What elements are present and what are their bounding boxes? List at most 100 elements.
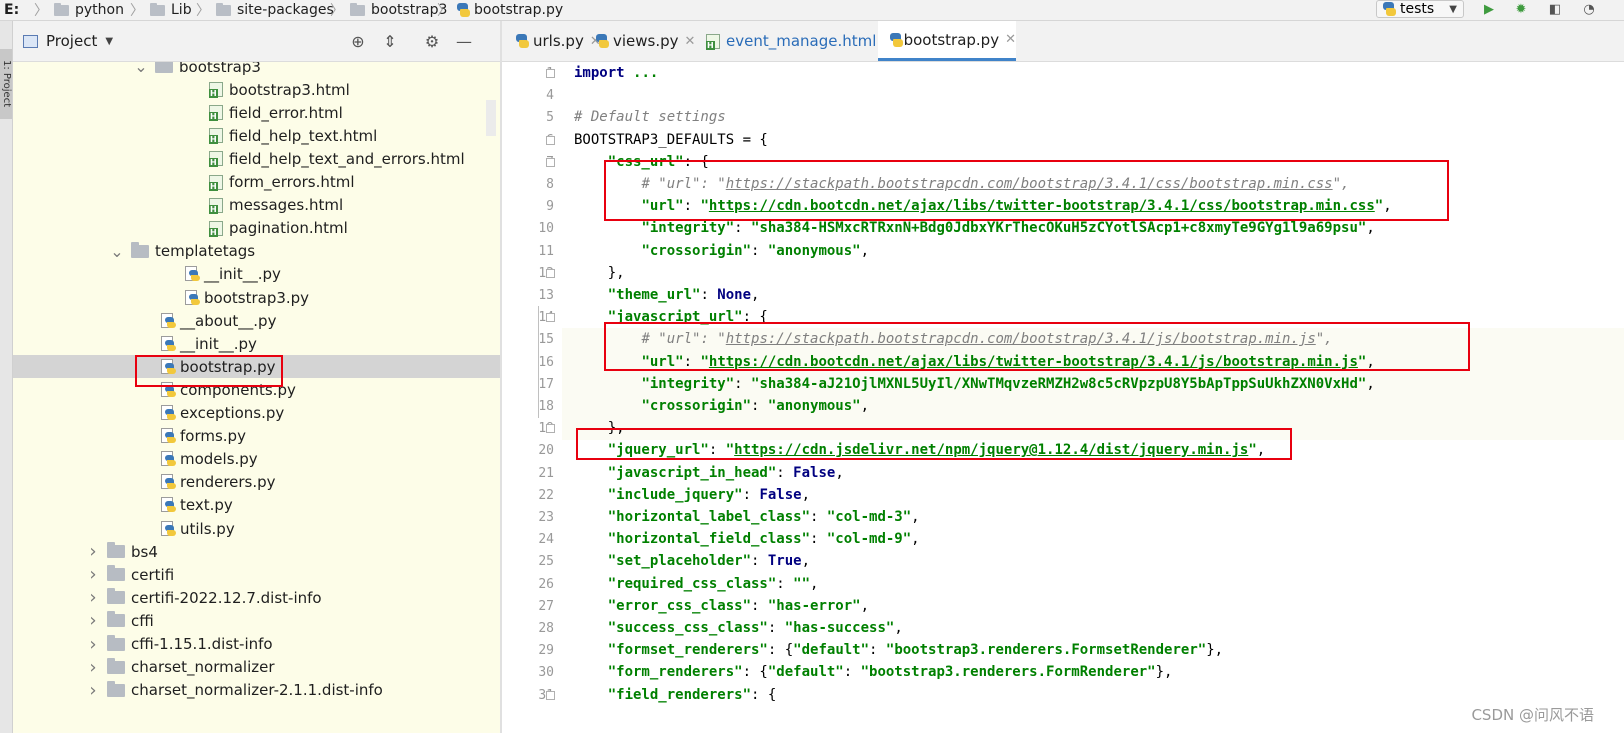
tree-item[interactable]: › certifi <box>13 563 500 586</box>
profile-icon[interactable]: ◔ <box>1580 0 1598 18</box>
code-token: "formset_renderers" <box>607 642 768 659</box>
code-token: "has-success" <box>784 620 895 636</box>
debug-icon[interactable]: ✹ <box>1512 0 1530 18</box>
tree-item[interactable]: field_help_text_and_errors.html <box>13 147 500 170</box>
chevron-down-icon: ▼ <box>105 35 114 47</box>
tree-item[interactable]: › bs4 <box>13 540 500 563</box>
tab-urls[interactable]: urls.py ✕ <box>502 21 609 61</box>
scrollbar-thumb[interactable] <box>486 100 496 136</box>
tree-item[interactable]: › cffi-1.15.1.dist-info <box>13 633 500 656</box>
python-file-icon <box>185 289 200 306</box>
line-number: 25 <box>538 554 554 570</box>
close-icon[interactable]: ✕ <box>685 34 696 49</box>
tree-item-label: form_errors.html <box>229 173 355 191</box>
folder-icon <box>107 611 125 628</box>
run-icon[interactable]: ▶ <box>1480 0 1498 18</box>
code-token: , <box>801 486 811 503</box>
line-number: 26 <box>538 576 554 592</box>
code-token: "col-md-3" <box>826 509 912 525</box>
tree-item[interactable]: messages.html <box>13 194 500 217</box>
python-file-icon <box>161 520 176 537</box>
run-configuration-select[interactable]: tests ▼ <box>1376 0 1464 18</box>
line-number: 23 <box>538 510 554 525</box>
tree-item[interactable]: models.py <box>13 448 500 471</box>
tree-item[interactable]: renderers.py <box>13 471 500 494</box>
code-line: "theme_url": None, <box>574 284 760 307</box>
tree-item[interactable]: › certifi-2022.12.7.dist-info <box>13 586 500 609</box>
tree-item[interactable]: field_help_text.html <box>13 124 500 147</box>
fold-marker-icon[interactable] <box>546 690 555 700</box>
chevron-down-icon[interactable]: ⌄ <box>133 62 149 76</box>
code-line: "formset_renderers": {"default": "bootst… <box>574 639 1223 662</box>
code-token: , <box>911 509 920 525</box>
tree-item[interactable]: text.py <box>13 494 500 517</box>
tree-item[interactable]: bootstrap3.html <box>13 78 500 101</box>
breadcrumb-site-packages[interactable]: 〉 site-packages <box>196 0 334 20</box>
tree-item[interactable]: › charset_normalizer-2.1.1.dist-info <box>13 679 500 702</box>
javascript-url-highlight-box <box>604 322 1470 371</box>
fold-marker-icon[interactable] <box>546 69 555 78</box>
folder-icon <box>107 634 125 651</box>
line-number: 21 <box>538 465 554 481</box>
tab-views[interactable]: views.py ✕ <box>596 21 695 61</box>
chevron-right-icon[interactable]: › <box>85 541 101 562</box>
chevron-down-icon[interactable]: ⌄ <box>109 242 125 261</box>
code-line: "include_jquery": False, <box>574 484 810 507</box>
locate-icon[interactable]: ⊕ <box>348 31 368 51</box>
gear-icon[interactable]: ⚙ <box>422 31 442 51</box>
selected-file-highlight-box <box>135 355 283 387</box>
collapse-all-icon[interactable]: ⇕ <box>380 31 400 51</box>
tree-item[interactable]: form_errors.html <box>13 171 500 194</box>
editor-tab-bar: urls.py✕ views.py✕ event_manage.html✕ bo… <box>502 21 1624 62</box>
breadcrumb-separator: 〉 <box>196 3 210 19</box>
tab-event-manage[interactable]: event_manage.html✕ <box>706 21 893 61</box>
tree-item[interactable]: pagination.html <box>13 217 500 240</box>
code-token: , <box>1366 220 1375 237</box>
chevron-right-icon[interactable]: › <box>85 564 101 585</box>
fold-marker-icon[interactable] <box>546 135 555 145</box>
fold-marker-icon[interactable] <box>546 268 555 278</box>
tree-item[interactable]: ⌄ templatetags <box>13 240 500 263</box>
tab-bootstrap[interactable]: bootstrap.py ✕ <box>878 21 1016 61</box>
tree-item[interactable]: › cffi <box>13 609 500 632</box>
code-token: "field_renderers" <box>607 686 752 703</box>
fold-marker-icon[interactable] <box>546 424 555 434</box>
fold-marker-icon[interactable] <box>546 157 555 167</box>
code-token: : <box>751 398 768 414</box>
code-token: , <box>801 553 811 570</box>
tree-item[interactable]: __about__.py <box>13 309 500 332</box>
close-icon[interactable]: ✕ <box>1005 32 1016 47</box>
code-token: : <box>767 620 785 636</box>
tree-item[interactable]: __init__.py <box>13 332 500 355</box>
fold-marker-icon[interactable] <box>546 313 555 323</box>
tree-item[interactable]: field_error.html <box>13 101 500 124</box>
coverage-icon[interactable]: ◧ <box>1546 0 1564 18</box>
breadcrumb-lib[interactable]: 〉 Lib <box>130 0 192 20</box>
chevron-right-icon[interactable]: › <box>85 634 101 655</box>
project-tool-button[interactable]: 1: Project <box>0 49 12 119</box>
tree-item-label: field_help_text.html <box>229 126 378 145</box>
python-file-icon <box>161 428 176 444</box>
tree-item[interactable]: ⌄ bootstrap3 <box>13 62 500 78</box>
breadcrumb-drive[interactable]: E: <box>4 0 19 20</box>
tree-item[interactable]: bootstrap3.py <box>13 286 500 309</box>
tree-item-label: cffi <box>131 611 154 630</box>
breadcrumb-python[interactable]: 〉 python <box>34 0 124 20</box>
project-view-selector[interactable]: Project ▼ <box>23 21 113 61</box>
minimize-icon[interactable]: — <box>454 31 474 51</box>
python-file-icon <box>161 405 176 421</box>
tree-item[interactable]: utils.py <box>13 517 500 540</box>
tree-item[interactable]: exceptions.py <box>13 402 500 425</box>
chevron-right-icon[interactable]: › <box>85 680 101 701</box>
chevron-right-icon[interactable]: › <box>85 587 101 608</box>
chevron-right-icon[interactable]: › <box>85 610 101 631</box>
breadcrumb-bootstrap3[interactable]: 〉 bootstrap3 <box>330 0 447 20</box>
code-line: "horizontal_field_class": "col-md-9", <box>574 528 920 551</box>
tree-item[interactable]: › charset_normalizer <box>13 656 500 679</box>
tree-item[interactable]: forms.py <box>13 425 500 448</box>
code-token: "" <box>793 575 811 592</box>
tree-item[interactable]: __init__.py <box>13 263 500 286</box>
breadcrumb-file[interactable]: 〉 bootstrap.py <box>437 0 563 20</box>
chevron-right-icon[interactable]: › <box>85 657 101 678</box>
